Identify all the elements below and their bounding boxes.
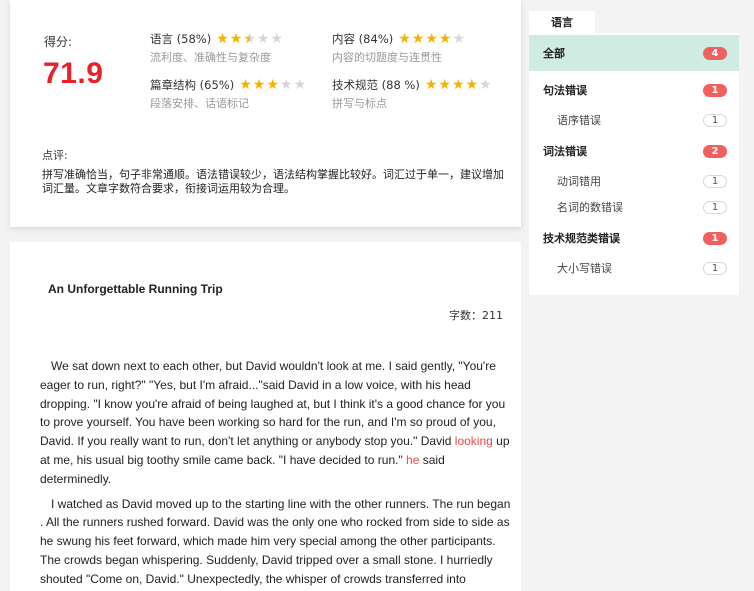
star-icon: ★ bbox=[451, 77, 465, 93]
star-rating: ★ ★ ★ ★ ★ bbox=[216, 32, 284, 46]
count-badge: 1 bbox=[703, 83, 727, 97]
metric-language: 语言 (58%) ★ ★ ★ ★ ★ 流利度、准确性与复杂度 bbox=[150, 31, 284, 65]
error-category-syntax[interactable]: 句法错误 1 bbox=[529, 80, 739, 100]
star-icon: ★ bbox=[452, 31, 466, 47]
error-highlight[interactable]: he bbox=[406, 453, 419, 467]
star-icon: ★ bbox=[424, 77, 438, 93]
star-icon: ★ bbox=[229, 31, 243, 47]
star-icon: ★ bbox=[398, 31, 411, 47]
error-filter-all[interactable]: 全部 4 bbox=[529, 35, 739, 71]
metric-technical: 技术规范 (88 %) ★ ★ ★ ★ ★ 拼写与标点 bbox=[332, 77, 493, 111]
star-icon: ★ bbox=[270, 31, 284, 47]
metric-subtitle: 内容的切题度与连贯性 bbox=[332, 51, 442, 64]
count-badge: 4 bbox=[703, 46, 727, 60]
error-item-label: 动词错用 bbox=[557, 175, 601, 188]
metric-title: 内容 (84%) bbox=[332, 32, 394, 46]
star-icon: ★ bbox=[239, 77, 252, 93]
error-category-label: 技术规范类错误 bbox=[543, 232, 620, 245]
comment-text: 拼写准确恰当，句子非常通顺。语法错误较少，语法结构掌握比较好。词汇过于单一，建议… bbox=[42, 168, 504, 195]
essay-card: An Unforgettable Running Trip 字数：211 We … bbox=[10, 242, 521, 591]
star-icon: ★ bbox=[243, 31, 256, 47]
star-icon: ★ bbox=[252, 77, 266, 93]
error-item-label: 语序错误 bbox=[557, 114, 601, 127]
star-icon: ★ bbox=[266, 77, 279, 93]
comment-label: 点评: bbox=[42, 149, 68, 162]
essay-text: We sat down next to each other, but Davi… bbox=[40, 359, 506, 449]
error-category-technical[interactable]: 技术规范类错误 1 bbox=[529, 228, 739, 248]
essay-title: An Unforgettable Running Trip bbox=[48, 282, 223, 296]
star-icon: ★ bbox=[425, 31, 438, 47]
star-icon: ★ bbox=[216, 31, 229, 47]
error-category-lexical[interactable]: 词法错误 2 bbox=[529, 141, 739, 161]
word-count: 字数：211 bbox=[449, 309, 503, 322]
metric-subtitle: 拼写与标点 bbox=[332, 97, 387, 110]
score-value: 71.9 bbox=[43, 57, 104, 90]
star-icon: ★ bbox=[438, 77, 451, 93]
error-item-label: 名词的数错误 bbox=[557, 201, 623, 214]
metric-title: 篇章结构 (65%) bbox=[150, 78, 235, 92]
error-item-label: 大小写错误 bbox=[557, 262, 612, 275]
count-badge: 1 bbox=[703, 261, 727, 275]
count-badge: 1 bbox=[703, 174, 727, 188]
tab-language[interactable]: 语言 bbox=[529, 11, 595, 33]
error-category-label: 词法错误 bbox=[543, 145, 587, 158]
metric-title: 技术规范 (88 %) bbox=[332, 78, 420, 92]
error-filter-label: 全部 bbox=[543, 47, 565, 60]
metric-subtitle: 段落安排、话语标记 bbox=[150, 97, 249, 110]
error-category-label: 句法错误 bbox=[543, 84, 587, 97]
error-highlight[interactable]: looking bbox=[455, 434, 493, 448]
error-item-verb-misuse[interactable]: 动词错用 1 bbox=[529, 171, 739, 191]
star-rating: ★ ★ ★ ★ ★ bbox=[425, 78, 493, 92]
metric-subtitle: 流利度、准确性与复杂度 bbox=[150, 51, 271, 64]
count-badge: 1 bbox=[703, 200, 727, 214]
error-panel: 语言 全部 4 句法错误 1 语序错误 1 词法错误 2 动词错用 1 名词的数… bbox=[529, 11, 739, 295]
count-badge: 1 bbox=[703, 113, 727, 127]
star-icon: ★ bbox=[293, 77, 307, 93]
star-rating: ★ ★ ★ ★ ★ bbox=[398, 32, 466, 46]
score-card: 得分: 71.9 语言 (58%) ★ ★ ★ ★ ★ 流利度、准确性与复杂度 内容 (8… bbox=[10, 0, 521, 227]
star-icon: ★ bbox=[479, 77, 492, 93]
error-item-capitalization[interactable]: 大小写错误 1 bbox=[529, 258, 739, 278]
score-label: 得分: bbox=[44, 35, 73, 49]
metric-structure: 篇章结构 (65%) ★ ★ ★ ★ ★ 段落安排、话语标记 bbox=[150, 77, 307, 111]
metric-content: 内容 (84%) ★ ★ ★ ★ ★ 内容的切题度与连贯性 bbox=[332, 31, 466, 65]
star-icon: ★ bbox=[256, 31, 270, 47]
star-icon: ★ bbox=[411, 31, 425, 47]
count-badge: 2 bbox=[703, 144, 727, 158]
metric-title: 语言 (58%) bbox=[150, 32, 212, 46]
essay-paragraph: I watched as David moved up to the start… bbox=[40, 496, 511, 586]
error-item-noun-number[interactable]: 名词的数错误 1 bbox=[529, 197, 739, 217]
essay-paragraph: We sat down next to each other, but Davi… bbox=[40, 357, 512, 489]
star-icon: ★ bbox=[438, 31, 452, 47]
count-badge: 1 bbox=[703, 231, 727, 245]
error-item-word-order[interactable]: 语序错误 1 bbox=[529, 110, 739, 130]
star-icon: ★ bbox=[279, 77, 293, 93]
star-icon: ★ bbox=[465, 77, 479, 93]
star-rating: ★ ★ ★ ★ ★ bbox=[239, 78, 307, 92]
essay-body: We sat down next to each other, but Davi… bbox=[40, 357, 512, 591]
